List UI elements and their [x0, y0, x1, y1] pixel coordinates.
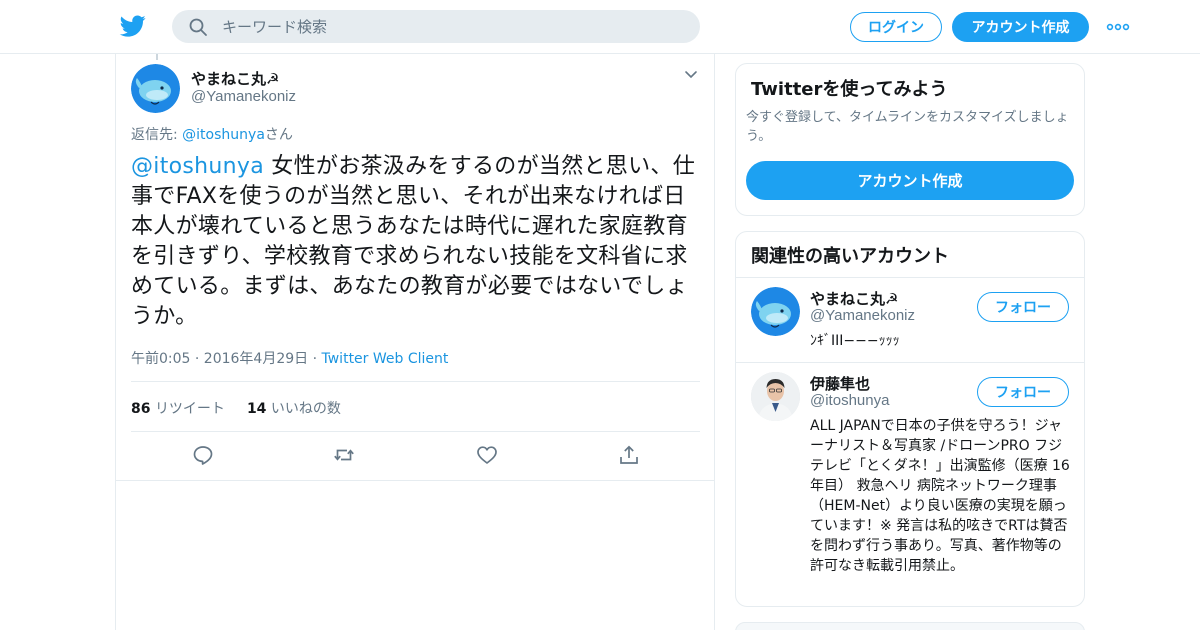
more-dots-icon[interactable] [1106, 18, 1130, 36]
account-name[interactable]: やまねこ丸☭ [810, 288, 898, 309]
account-handle[interactable]: @itoshunya [810, 392, 889, 409]
top-navigation-bar: ログイン アカウント作成 [0, 0, 1200, 54]
tweet-bottom-divider [116, 480, 714, 481]
login-button[interactable]: ログイン [850, 12, 942, 42]
search-icon [189, 18, 207, 36]
chevron-down-icon[interactable] [684, 70, 698, 80]
next-sidebar-card [735, 622, 1085, 630]
signup-card-title: Twitterを使ってみよう [751, 79, 948, 100]
related-account-item[interactable]: 伊藤隼也 @itoshunya フォロー ALL JAPANで日本の子供を守ろう… [736, 362, 1084, 607]
tweet-mention-link[interactable]: @itoshunya [131, 154, 264, 179]
account-bio: ALL JAPANで日本の子供を守ろう！ジャーナリスト＆写真家 /ドローンPRO… [810, 418, 1070, 574]
tweet-stats: 86 リツイート 14 いいねの数 [131, 398, 341, 418]
related-accounts-title: 関連性の高いアカウント [751, 246, 949, 267]
search-box[interactable] [172, 10, 700, 43]
account-avatar[interactable] [751, 372, 800, 421]
account-handle[interactable]: @Yamanekoniz [810, 307, 915, 324]
reply-to-mention-link[interactable]: @itoshunya [182, 127, 265, 143]
account-bio: ﾝｷﾞIII−−−ｯｯｯ [810, 333, 900, 349]
retweet-count[interactable]: 86 [131, 401, 150, 417]
like-count[interactable]: 14 [247, 401, 266, 417]
tweet-body: 女性がお茶汲みをするのが当然と思い、仕事でFAXを使うのが当然と思い、それが出来… [131, 154, 695, 329]
tweet-author-avatar[interactable] [131, 64, 180, 113]
signup-prompt-card: Twitterを使ってみよう 今すぐ登録して、タイムラインをカスタマイズしましょ… [735, 63, 1085, 216]
like-count-label[interactable]: いいねの数 [271, 401, 341, 417]
tweet-author-handle[interactable]: @Yamanekoniz [191, 88, 296, 105]
like-icon[interactable] [476, 444, 498, 466]
tweet-timestamp[interactable]: 午前0:05 · 2016年4月29日 [131, 351, 308, 367]
reply-icon[interactable] [192, 444, 214, 466]
follow-button[interactable]: フォロー [977, 377, 1069, 407]
reply-to-suffix: さん [264, 127, 293, 143]
retweet-icon[interactable] [333, 444, 355, 466]
thread-connector-line [156, 54, 158, 60]
twitter-bird-icon[interactable] [119, 13, 147, 39]
stats-top-divider [131, 381, 700, 382]
tweet-text: @itoshunya 女性がお茶汲みをするのが当然と思い、仕事でFAXを使うのが… [131, 152, 706, 332]
signup-button[interactable]: アカウント作成 [952, 12, 1089, 42]
signup-card-subtitle: 今すぐ登録して、タイムラインをカスタマイズしましょう。 [746, 110, 1069, 144]
related-accounts-card: 関連性の高いアカウント やまねこ丸☭ @Yamanekoniz フォロー ﾝｷﾞ… [735, 231, 1085, 607]
related-account-item[interactable]: やまねこ丸☭ @Yamanekoniz フォロー ﾝｷﾞIII−−−ｯｯｯ [736, 277, 1084, 362]
signup-card-button[interactable]: アカウント作成 [746, 161, 1074, 200]
tweet-permalink-column: やまねこ丸☭ @Yamanekoniz 返信先: @itoshunyaさん @i… [115, 54, 715, 630]
reply-to-line: 返信先: @itoshunyaさん [131, 124, 293, 144]
reply-to-prefix: 返信先: [131, 127, 183, 143]
account-name[interactable]: 伊藤隼也 [810, 373, 870, 394]
retweet-count-label[interactable]: リツイート [155, 401, 225, 417]
meta-separator: · [308, 351, 322, 367]
follow-button[interactable]: フォロー [977, 292, 1069, 322]
tweet-metadata: 午前0:05 · 2016年4月29日 · Twitter Web Client [131, 348, 448, 368]
tweet-client-link[interactable]: Twitter Web Client [322, 351, 449, 367]
stats-bottom-divider [131, 431, 700, 432]
search-input[interactable] [222, 10, 682, 43]
tweet-author-name[interactable]: やまねこ丸☭ [191, 68, 279, 89]
share-icon[interactable] [618, 444, 640, 466]
account-avatar[interactable] [751, 287, 800, 336]
